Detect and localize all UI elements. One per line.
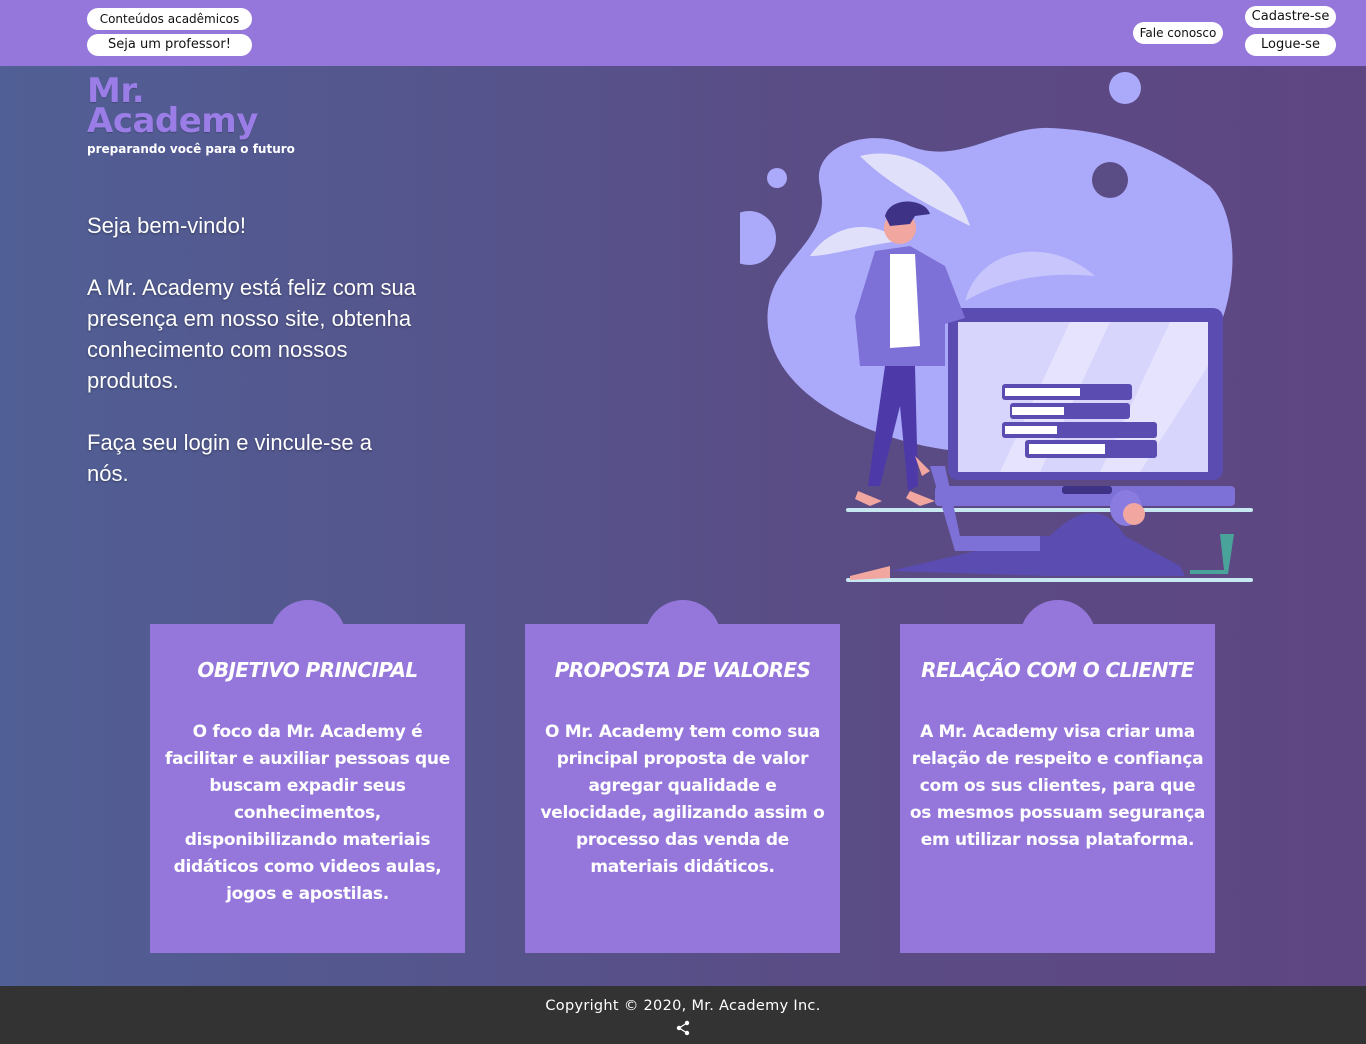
man-shirt <box>890 254 920 348</box>
card-title: PROPOSTA DE VALORES <box>554 658 811 682</box>
card-proposta-de-valores: PROPOSTA DE VALORES O Mr. Academy tem co… <box>525 600 840 953</box>
nav-seja-professor-button[interactable]: Seja um professor! <box>87 34 252 56</box>
floor-line <box>846 508 1253 512</box>
card-body: O Mr. Academy tem como sua principal pro… <box>540 722 825 877</box>
small-laptop <box>1190 534 1234 574</box>
decor-circle <box>767 168 787 188</box>
decor-circle <box>740 211 776 265</box>
copyright-text: Copyright © 2020, Mr. Academy Inc. <box>545 998 821 1014</box>
card-body: O foco da Mr. Academy é facilitar e auxi… <box>165 722 450 904</box>
decor-circle <box>1109 72 1141 104</box>
card-body: A Mr. Academy visa criar uma relação de … <box>909 722 1206 850</box>
decor-circle <box>1092 162 1128 198</box>
card-relacao-com-o-cliente: RELAÇÃO COM O CLIENTE A Mr. Academy visa… <box>900 600 1215 953</box>
welcome-text: Seja bem-vindo! A Mr. Academy está feliz… <box>87 210 417 520</box>
welcome-paragraph-1: A Mr. Academy está feliz com sua presenç… <box>87 275 416 393</box>
nav-conteudos-academicos-button[interactable]: Conteúdos acadêmicos <box>87 8 252 30</box>
card-title: OBJETIVO PRINCIPAL <box>197 658 418 682</box>
logo-tagline: preparando você para o futuro <box>87 142 295 156</box>
nav-logue-se-button[interactable]: Logue-se <box>1245 34 1336 56</box>
nav-cadastre-se-button[interactable]: Cadastre-se <box>1245 6 1336 28</box>
hero-illustration <box>740 72 1253 582</box>
site-logo[interactable]: Mr. Academy preparando você para o futur… <box>87 74 295 156</box>
welcome-greeting: Seja bem-vindo! <box>87 213 246 238</box>
floor-line <box>846 578 1253 582</box>
card-title: RELAÇÃO COM O CLIENTE <box>921 658 1194 682</box>
nav-fale-conosco-button[interactable]: Fale conosco <box>1133 22 1223 44</box>
welcome-paragraph-2: Faça seu login e vincule-se a nós. <box>87 430 372 486</box>
footer: Copyright © 2020, Mr. Academy Inc. <box>0 986 1366 1044</box>
share-icon[interactable] <box>676 1020 690 1036</box>
top-navigation-bar: Conteúdos acadêmicos Seja um professor! … <box>0 0 1366 66</box>
card-objetivo-principal: OBJETIVO PRINCIPAL O foco da Mr. Academy… <box>150 600 465 953</box>
logo-line-academy: Academy <box>87 101 258 141</box>
